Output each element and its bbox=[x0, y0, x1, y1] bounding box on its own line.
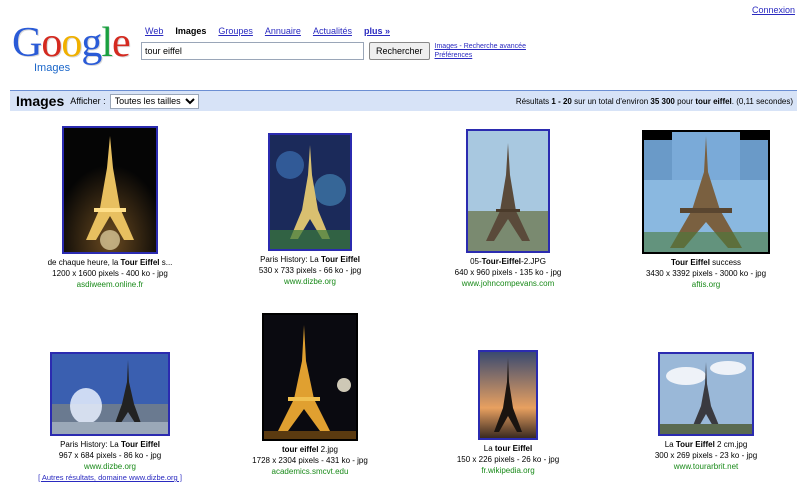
image-caption: Paris History: La Tour Eiffel bbox=[60, 440, 160, 449]
image-meta: 3430 x 3392 pixels - 3000 ko - jpg bbox=[645, 269, 767, 278]
nav-news[interactable]: Actualités bbox=[313, 26, 352, 36]
image-result: La Tour Eiffel 2 cm.jpg 300 x 269 pixels… bbox=[616, 352, 796, 472]
eiffel-fountain-image bbox=[52, 354, 168, 434]
logo-wordmark: Google bbox=[12, 20, 131, 66]
results-time: . (0,11 secondes) bbox=[731, 96, 793, 106]
google-images-logo[interactable]: Google Images bbox=[12, 22, 132, 78]
nav-images: Images bbox=[175, 26, 207, 36]
results-total: 35 300 bbox=[650, 96, 675, 106]
image-thumbnail[interactable] bbox=[62, 126, 158, 254]
image-site-link[interactable]: www.johncompevans.com bbox=[418, 278, 598, 289]
image-site-link[interactable]: aftis.org bbox=[616, 279, 796, 290]
image-site-link[interactable]: asdiweem.online.fr bbox=[20, 279, 200, 290]
results-summary: Résultats 1 - 20 sur un total d'environ … bbox=[516, 97, 793, 106]
image-thumbnail[interactable] bbox=[262, 313, 358, 441]
image-thumbnail[interactable] bbox=[50, 352, 170, 436]
image-meta: 1728 x 2304 pixels - 431 ko - jpg bbox=[252, 456, 368, 465]
eiffel-clouds-image bbox=[660, 354, 752, 434]
image-meta: 300 x 269 pixels - 23 ko - jpg bbox=[654, 451, 758, 460]
results-prefix: Résultats bbox=[515, 96, 550, 106]
search-input[interactable] bbox=[141, 42, 364, 60]
image-thumbnail[interactable] bbox=[478, 350, 538, 440]
image-result: La tour Eiffel 150 x 226 pixels - 26 ko … bbox=[418, 350, 598, 476]
image-meta: 1200 x 1600 pixels - 400 ko - jpg bbox=[52, 269, 168, 278]
nav-web[interactable]: Web bbox=[145, 26, 163, 36]
results-title: Images bbox=[16, 93, 65, 109]
eiffel-fireworks-image bbox=[270, 135, 350, 249]
image-result: 05-Tour-Eiffel-2.JPG 640 x 960 pixels - … bbox=[418, 129, 598, 289]
image-result: tour eiffel 2.jpg 1728 x 2304 pixels - 4… bbox=[220, 313, 400, 477]
eiffel-golden-night-image bbox=[264, 315, 356, 439]
image-thumbnail[interactable] bbox=[268, 133, 352, 251]
size-filter-select[interactable]: Toutes les tailles bbox=[109, 93, 199, 109]
image-site-link[interactable]: www.dizbe.org bbox=[220, 276, 400, 287]
preferences-link[interactable]: Préférences bbox=[435, 51, 526, 60]
results-range: 1 - 20 bbox=[551, 96, 572, 106]
image-thumbnail[interactable] bbox=[642, 130, 770, 254]
image-caption: de chaque heure, la Tour Eiffel s... bbox=[47, 258, 173, 267]
eiffel-night-image bbox=[64, 128, 156, 252]
image-thumbnail[interactable] bbox=[658, 352, 754, 436]
image-caption: Tour Eiffel success bbox=[670, 258, 742, 267]
image-result: Tour Eiffel success 3430 x 3392 pixels -… bbox=[616, 130, 796, 290]
image-site-link[interactable]: www.tourarbrit.net bbox=[616, 461, 796, 472]
nav-groups[interactable]: Groupes bbox=[218, 26, 253, 36]
image-thumbnail[interactable] bbox=[466, 129, 550, 253]
nav-directory[interactable]: Annuaire bbox=[265, 26, 301, 36]
image-site-link[interactable]: www.dizbe.org bbox=[20, 461, 200, 472]
image-meta: 150 x 226 pixels - 26 ko - jpg bbox=[456, 455, 560, 464]
search-row: Rechercher Images - Recherche avancée Pr… bbox=[141, 42, 526, 60]
more-results-link[interactable]: [ Autres résultats, domaine www.dizbe.or… bbox=[20, 472, 200, 483]
image-caption: La Tour Eiffel 2 cm.jpg bbox=[664, 440, 748, 449]
signin-link[interactable]: Connexion bbox=[752, 5, 795, 15]
nav-more[interactable]: plus » bbox=[364, 26, 390, 36]
eiffel-collage-image bbox=[644, 132, 768, 252]
results-bar: Images Afficher : Toutes les tailles Rés… bbox=[10, 90, 797, 111]
results-mid: sur un total d'environ bbox=[574, 96, 649, 106]
image-site-link[interactable]: academics.smcvt.edu bbox=[220, 466, 400, 477]
advanced-search-link[interactable]: Images - Recherche avancée bbox=[435, 42, 526, 51]
image-meta: 530 x 733 pixels - 66 ko - jpg bbox=[258, 266, 362, 275]
eiffel-sunset-image bbox=[480, 352, 536, 438]
image-site-link[interactable]: fr.wikipedia.org bbox=[418, 465, 598, 476]
results-query: tour eiffel bbox=[695, 96, 732, 106]
size-filter-label: Afficher : bbox=[70, 96, 106, 106]
image-result: de chaque heure, la Tour Eiffel s... 120… bbox=[20, 126, 200, 290]
search-options: Images - Recherche avancée Préférences bbox=[435, 42, 526, 60]
image-result: Paris History: La Tour Eiffel 530 x 733 … bbox=[220, 133, 400, 287]
image-result: Paris History: La Tour Eiffel 967 x 684 … bbox=[20, 352, 200, 483]
image-meta: 967 x 684 pixels - 86 ko - jpg bbox=[58, 451, 162, 460]
image-meta: 640 x 960 pixels - 135 ko - jpg bbox=[454, 268, 562, 277]
image-caption: tour eiffel 2.jpg bbox=[281, 445, 339, 454]
search-nav: Web Images Groupes Annuaire Actualités p… bbox=[145, 26, 390, 36]
results-for: pour bbox=[677, 96, 694, 106]
logo-subtitle: Images bbox=[34, 62, 71, 74]
image-caption: Paris History: La Tour Eiffel bbox=[260, 255, 360, 264]
image-caption: 05-Tour-Eiffel-2.JPG bbox=[470, 257, 546, 266]
image-caption: La tour Eiffel bbox=[483, 444, 533, 453]
eiffel-day-image bbox=[468, 131, 548, 251]
search-button[interactable]: Rechercher bbox=[369, 42, 430, 60]
